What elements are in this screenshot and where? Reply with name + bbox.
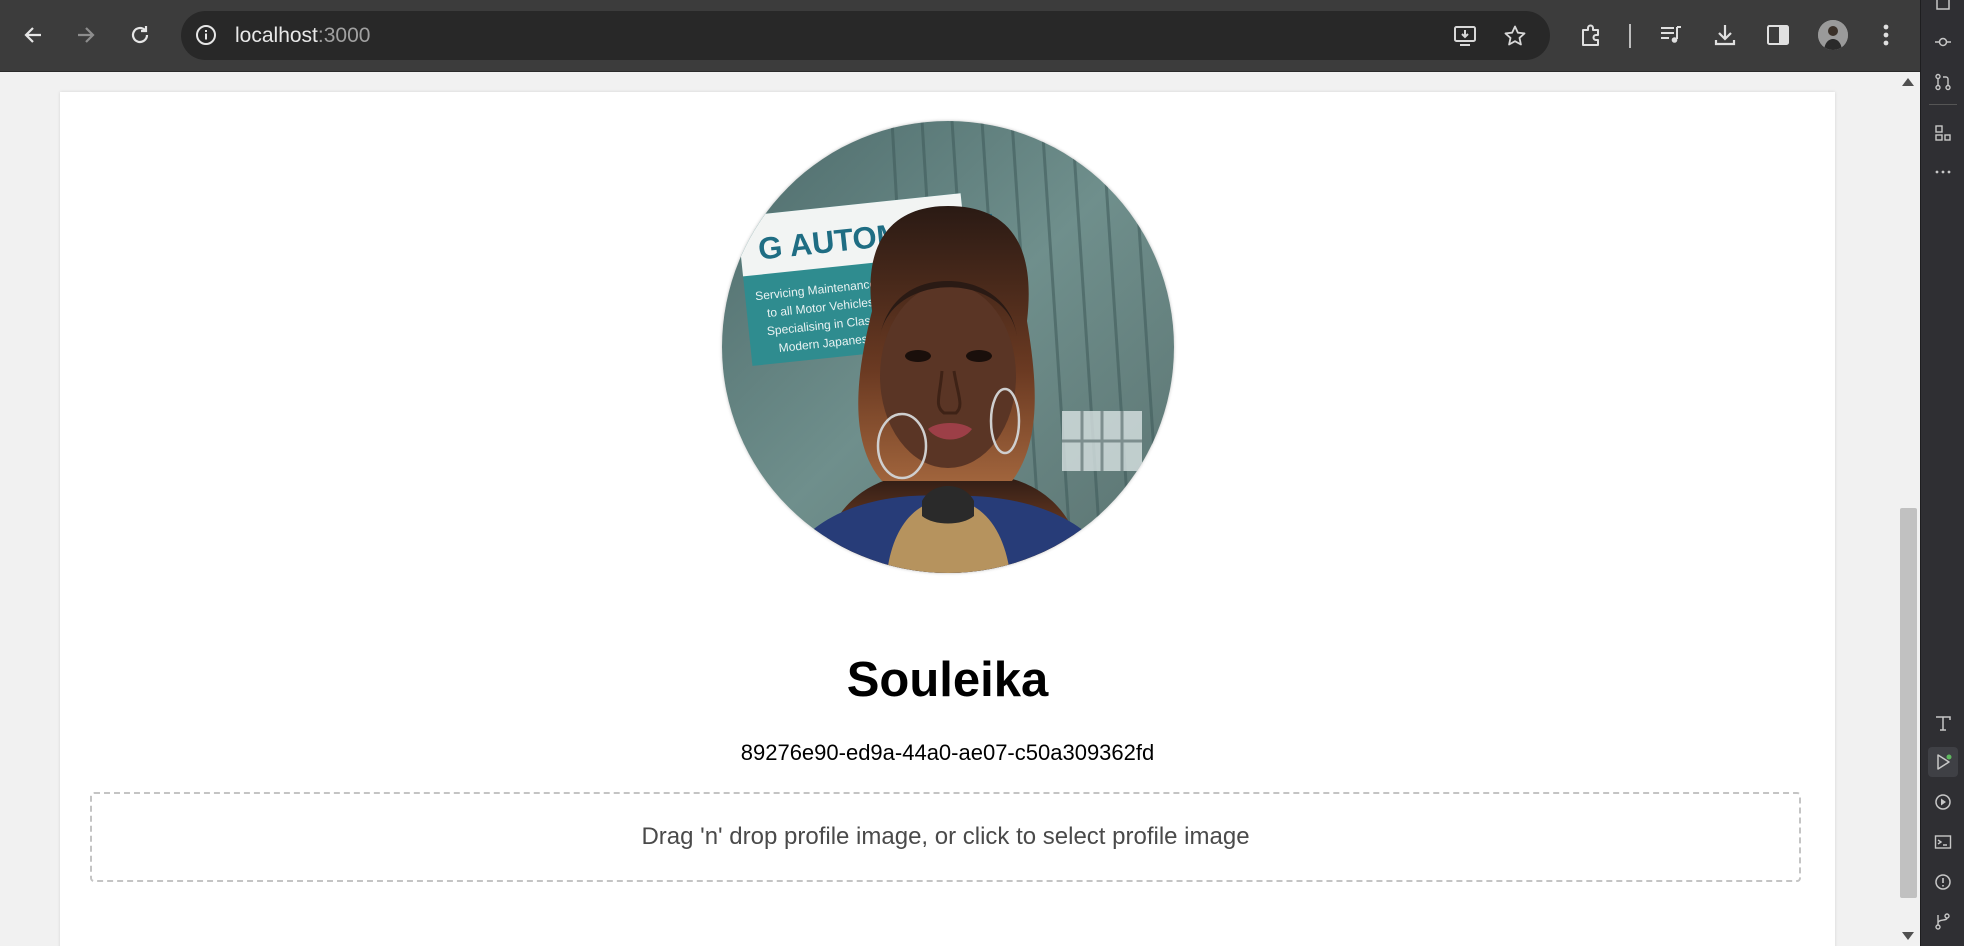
- url-host: localhost: [235, 24, 318, 47]
- problems-icon[interactable]: [1928, 867, 1958, 897]
- url-port: :3000: [317, 24, 371, 47]
- puzzle-icon[interactable]: [1571, 15, 1611, 55]
- profile-id: 89276e90-ed9a-44a0-ae07-c50a309362fd: [740, 740, 1155, 765]
- profile-image-dropzone[interactable]: Drag 'n' drop profile image, or click to…: [90, 792, 1801, 882]
- media-queue-icon[interactable]: [1651, 15, 1691, 55]
- commit-icon[interactable]: [1928, 27, 1958, 57]
- text-format-icon[interactable]: [1928, 708, 1958, 738]
- profile-photo: G AUTOMOTIVE Servicing Maintenance & Rep…: [722, 121, 1174, 573]
- star-icon[interactable]: [1500, 21, 1530, 51]
- more-icon[interactable]: [1928, 157, 1958, 187]
- page-viewport: G AUTOMOTIVE Servicing Maintenance & Rep…: [0, 72, 1920, 946]
- address-bar[interactable]: localhost:3000: [181, 11, 1550, 60]
- scroll-thumb[interactable]: [1900, 508, 1917, 898]
- install-app-icon[interactable]: [1451, 21, 1481, 51]
- forward-button[interactable]: [66, 15, 106, 55]
- back-button[interactable]: [13, 15, 53, 55]
- git-branch-icon[interactable]: [1928, 906, 1958, 936]
- profile-avatar-icon[interactable]: [1818, 20, 1848, 50]
- info-icon[interactable]: [191, 20, 221, 50]
- terminal-icon[interactable]: [1928, 827, 1958, 857]
- browser-toolbar: localhost:3000: [0, 0, 1920, 72]
- reload-button[interactable]: [120, 15, 160, 55]
- kebab-menu-icon[interactable]: [1866, 15, 1906, 55]
- toolbar-separator: [1629, 24, 1631, 48]
- run-icon[interactable]: [1928, 747, 1958, 777]
- dropzone-label: Drag 'n' drop profile image, or click to…: [641, 823, 1250, 850]
- structure-icon[interactable]: [1928, 118, 1958, 148]
- scroll-down-arrow-icon[interactable]: [1902, 932, 1914, 940]
- side-panel-icon[interactable]: [1758, 15, 1798, 55]
- window-icon[interactable]: [1928, 0, 1958, 18]
- profile-card: G AUTOMOTIVE Servicing Maintenance & Rep…: [60, 92, 1835, 946]
- play-circle-icon[interactable]: [1928, 787, 1958, 817]
- side-divider: [1929, 104, 1957, 105]
- pull-request-icon[interactable]: [1928, 67, 1958, 97]
- arrow-right-icon: [78, 27, 95, 43]
- page-scrollbar[interactable]: [1897, 72, 1920, 946]
- reload-icon: [131, 26, 149, 44]
- profile-name: Souleika: [846, 653, 1049, 707]
- scroll-up-arrow-icon[interactable]: [1902, 78, 1914, 86]
- arrow-left-icon: [24, 27, 41, 43]
- url-text[interactable]: localhost:3000: [235, 24, 370, 48]
- side-activity-bar: [1920, 0, 1964, 946]
- download-icon[interactable]: [1705, 15, 1745, 55]
